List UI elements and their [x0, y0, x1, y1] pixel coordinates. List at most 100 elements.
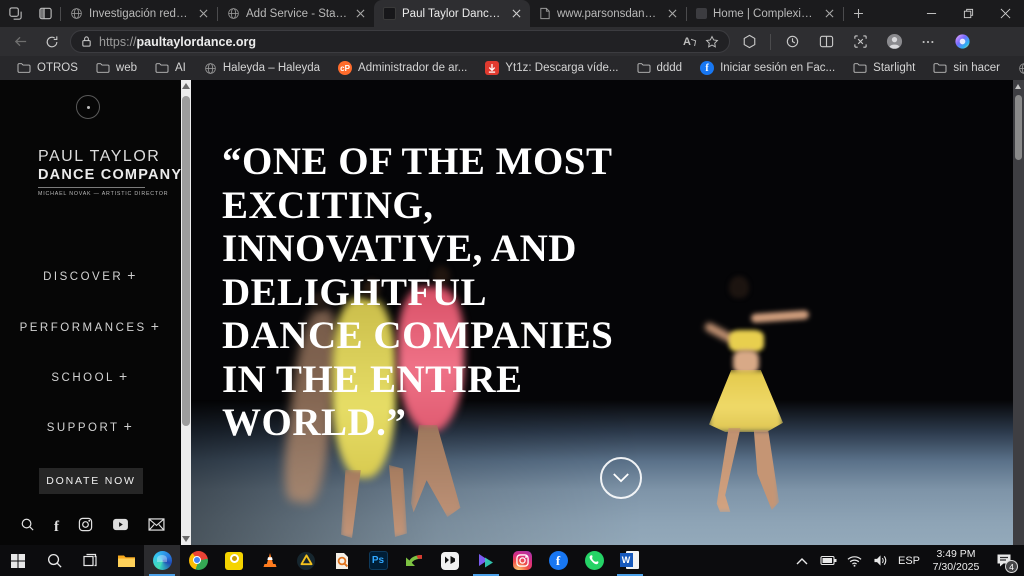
folder-icon	[853, 62, 867, 74]
idm-icon[interactable]	[396, 545, 432, 576]
hidden-icons-chevron[interactable]	[790, 545, 814, 576]
taskbar-chrome-icon[interactable]	[180, 545, 216, 576]
youtube-icon[interactable]	[112, 518, 129, 536]
tab-close-icon[interactable]	[666, 7, 679, 20]
start-button[interactable]	[0, 545, 36, 576]
new-tab-button[interactable]	[844, 0, 872, 27]
taskbar-search-icon[interactable]	[36, 545, 72, 576]
tab-close-icon[interactable]	[197, 7, 210, 20]
sidebar-scrollbar[interactable]	[181, 80, 191, 545]
battery-icon[interactable]	[816, 545, 840, 576]
bookmark-cpanel[interactable]: cP Administrador de ar...	[331, 59, 474, 77]
loading-spinner-icon	[76, 95, 100, 119]
scroll-up-arrow[interactable]	[182, 83, 190, 89]
bookmark-folder-ai[interactable]: AI	[148, 60, 193, 76]
scroll-up-arrow[interactable]	[1015, 84, 1021, 89]
bookmark-label: web	[116, 62, 137, 74]
bookmark-label: OTROS	[37, 62, 78, 74]
vlc-icon[interactable]	[252, 545, 288, 576]
logo-line1: PAUL TAYLOR	[38, 148, 148, 166]
clock[interactable]: 3:49 PM 7/30/2025	[926, 548, 986, 573]
bookmark-folder-dddd[interactable]: dddd	[630, 60, 690, 76]
history-icon[interactable]	[777, 30, 807, 54]
profile-avatar[interactable]	[879, 30, 909, 54]
copilot-icon[interactable]	[947, 30, 977, 54]
system-tray: ESP 3:49 PM 7/30/2025 4	[790, 545, 1024, 576]
scroll-down-arrow[interactable]	[182, 536, 190, 542]
nav-performances[interactable]: PERFORMANCES+	[0, 318, 181, 334]
bookmark-folder-web[interactable]: web	[89, 60, 144, 76]
bookmark-yt1z[interactable]: Yt1z: Descarga víde...	[478, 59, 625, 77]
bookmark-haleyda[interactable]: Haleyda – Haleyda	[197, 60, 327, 77]
instagram-icon[interactable]	[78, 517, 93, 537]
workspaces-icon[interactable]	[0, 0, 30, 27]
donate-now-button[interactable]: DONATE NOW	[39, 468, 143, 494]
facebook-icon[interactable]: f	[54, 519, 59, 536]
vertical-tabs-icon[interactable]	[30, 0, 60, 27]
photoshop-icon[interactable]: Ps	[360, 545, 396, 576]
site-logo[interactable]: PAUL TAYLOR DANCE COMPANY MICHAEL NOVAK …	[38, 148, 148, 197]
nav-school[interactable]: SCHOOL+	[0, 368, 181, 384]
expand-plus-icon: +	[127, 267, 138, 283]
facebook-icon: f	[700, 61, 714, 75]
taskbar-edge-icon[interactable]	[144, 545, 180, 576]
taskbar-instagram-icon[interactable]	[504, 545, 540, 576]
daemon-tools-icon[interactable]	[288, 545, 324, 576]
url-text[interactable]: https://paultaylordance.org	[99, 35, 676, 49]
browser-essentials-icon[interactable]	[734, 30, 764, 54]
email-icon[interactable]	[148, 518, 165, 536]
tab-investigacion[interactable]: Investigación redes sociales	[61, 0, 217, 27]
folder-icon	[637, 62, 651, 74]
page-scrollbar[interactable]	[1013, 80, 1024, 545]
tab-title: Home | Complexions	[713, 8, 817, 20]
expand-plus-icon: +	[119, 368, 130, 384]
tab-parsonsdance[interactable]: www.parsonsdance.org	[530, 0, 686, 27]
tab-paul-taylor-active[interactable]: Paul Taylor Dance Company	[374, 0, 530, 27]
bookmark-folder-starlight[interactable]: Starlight	[846, 60, 922, 76]
back-icon[interactable]	[6, 30, 34, 54]
restore-button[interactable]	[950, 0, 987, 27]
url-domain: paultaylordance.org	[137, 35, 256, 49]
taskbar-word-icon[interactable]: W	[612, 545, 648, 576]
settings-more-icon[interactable]	[913, 30, 943, 54]
split-screen-icon[interactable]	[811, 30, 841, 54]
scroll-down-button[interactable]	[600, 457, 642, 499]
scrollbar-thumb[interactable]	[1015, 95, 1022, 160]
doc-search-icon[interactable]	[324, 545, 360, 576]
tab-complexions[interactable]: Home | Complexions	[687, 0, 843, 27]
file-explorer-icon[interactable]	[108, 545, 144, 576]
refresh-icon[interactable]	[38, 30, 66, 54]
favorites-star-icon[interactable]	[705, 35, 719, 49]
web-capture-icon[interactable]	[845, 30, 875, 54]
bookmark-label: AI	[175, 62, 186, 74]
bookmark-youtube-link[interactable]: https://youtu.be/m...	[1011, 60, 1024, 77]
tab-close-icon[interactable]	[354, 7, 367, 20]
bookmark-folder-otros[interactable]: OTROS	[10, 60, 85, 76]
bookmark-facebook[interactable]: f Iniciar sesión en Fac...	[693, 59, 842, 77]
close-button[interactable]	[987, 0, 1024, 27]
tab-add-service[interactable]: Add Service - Starlight	[218, 0, 374, 27]
language-indicator[interactable]: ESP	[894, 555, 924, 567]
search-icon[interactable]	[20, 517, 35, 537]
hero-quote: “ONE OF THE MOST EXCITING, INNOVATIVE, A…	[222, 140, 613, 445]
taskbar-facebook-icon[interactable]: f	[540, 545, 576, 576]
url-bar[interactable]: https://paultaylordance.org A	[70, 30, 730, 53]
tab-close-icon[interactable]	[510, 7, 523, 20]
bookmark-folder-sin-hacer[interactable]: sin hacer	[926, 60, 1007, 76]
minimize-button[interactable]	[913, 0, 950, 27]
capcut-icon[interactable]	[432, 545, 468, 576]
bookmark-label: Administrador de ar...	[358, 62, 467, 74]
action-center-icon[interactable]: 4	[988, 545, 1020, 576]
nav-support[interactable]: SUPPORT+	[0, 418, 181, 434]
scrollbar-thumb[interactable]	[182, 96, 190, 426]
task-view-icon[interactable]	[72, 545, 108, 576]
read-aloud-icon[interactable]: A	[683, 36, 698, 48]
filmora-icon[interactable]	[468, 545, 504, 576]
volume-icon[interactable]	[868, 545, 892, 576]
wifi-icon[interactable]	[842, 545, 866, 576]
lock-icon[interactable]	[81, 35, 92, 48]
taskbar-whatsapp-icon[interactable]	[576, 545, 612, 576]
media-player-icon[interactable]	[216, 545, 252, 576]
nav-discover[interactable]: DISCOVER+	[0, 267, 181, 283]
tab-close-icon[interactable]	[823, 7, 836, 20]
